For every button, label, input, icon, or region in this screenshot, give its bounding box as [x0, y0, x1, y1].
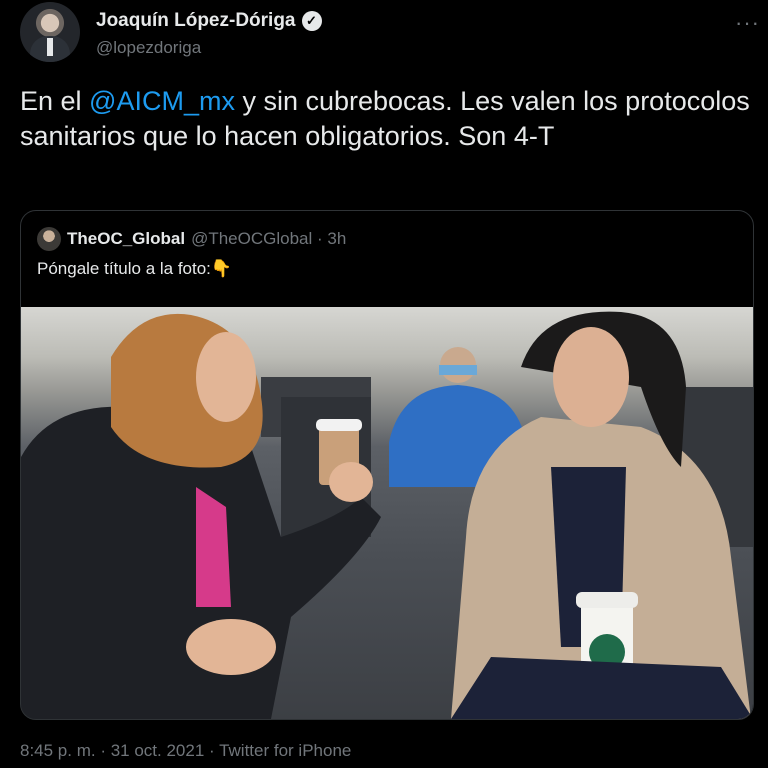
avatar-shirt	[47, 38, 53, 56]
author-name-row: Joaquín López-Dóriga ✓	[96, 10, 322, 32]
author-name[interactable]: Joaquín López-Dóriga	[96, 10, 296, 32]
quoted-author-avatar	[37, 227, 61, 251]
author-handle[interactable]: @lopezdoriga	[96, 38, 201, 58]
verified-badge-icon: ✓	[301, 11, 322, 31]
quoted-tweet-text: Póngale título a la foto:👇	[37, 259, 233, 278]
quoted-tweet-header: TheOC_Global @TheOCGlobal · 3h	[37, 227, 346, 251]
tweet-header: Joaquín López-Dóriga ✓ @lopezdoriga ···	[20, 2, 760, 72]
mention-link[interactable]: @AICM_mx	[89, 86, 235, 116]
quoted-author-handle-time: @TheOCGlobal · 3h	[191, 229, 347, 248]
author-avatar[interactable]	[20, 2, 80, 62]
more-options-icon[interactable]: ···	[735, 10, 760, 36]
airport-scene-illustration	[21, 311, 753, 719]
quoted-tweet-card[interactable]: TheOC_Global @TheOCGlobal · 3h Póngale t…	[20, 210, 754, 720]
tweet-text-start: En el	[20, 86, 90, 116]
quoted-tweet-photo[interactable]	[21, 307, 753, 719]
tweet-text: En el @AICM_mx y sin cubrebocas. Les val…	[20, 84, 755, 154]
tweet-timestamp-source[interactable]: 8:45 p. m. · 31 oct. 2021 · Twitter for …	[20, 741, 351, 761]
quoted-author-name: TheOC_Global	[67, 229, 186, 248]
